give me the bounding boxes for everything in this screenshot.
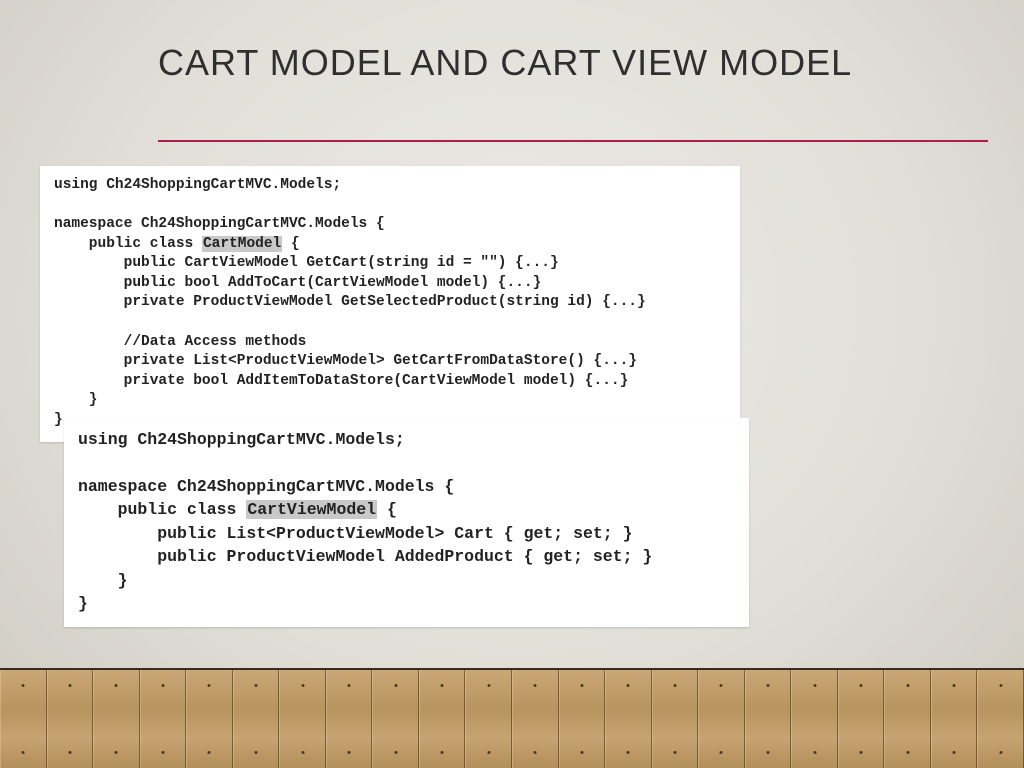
highlight-cartviewmodel: CartViewModel [246,500,377,519]
highlight-cartmodel: CartModel [202,236,282,252]
floor-decoration [0,668,1024,768]
title-underline [158,140,988,142]
code-text: using Ch24ShoppingCartMVC.Models; namesp… [54,176,726,430]
code-block-cartviewmodel: using Ch24ShoppingCartMVC.Models; namesp… [64,418,749,627]
slide-title: CART MODEL AND CART VIEW MODEL [158,42,904,83]
slide: CART MODEL AND CART VIEW MODEL using Ch2… [0,0,1024,768]
code-text: using Ch24ShoppingCartMVC.Models; namesp… [78,428,735,615]
code-block-cartmodel: using Ch24ShoppingCartMVC.Models; namesp… [40,166,740,442]
